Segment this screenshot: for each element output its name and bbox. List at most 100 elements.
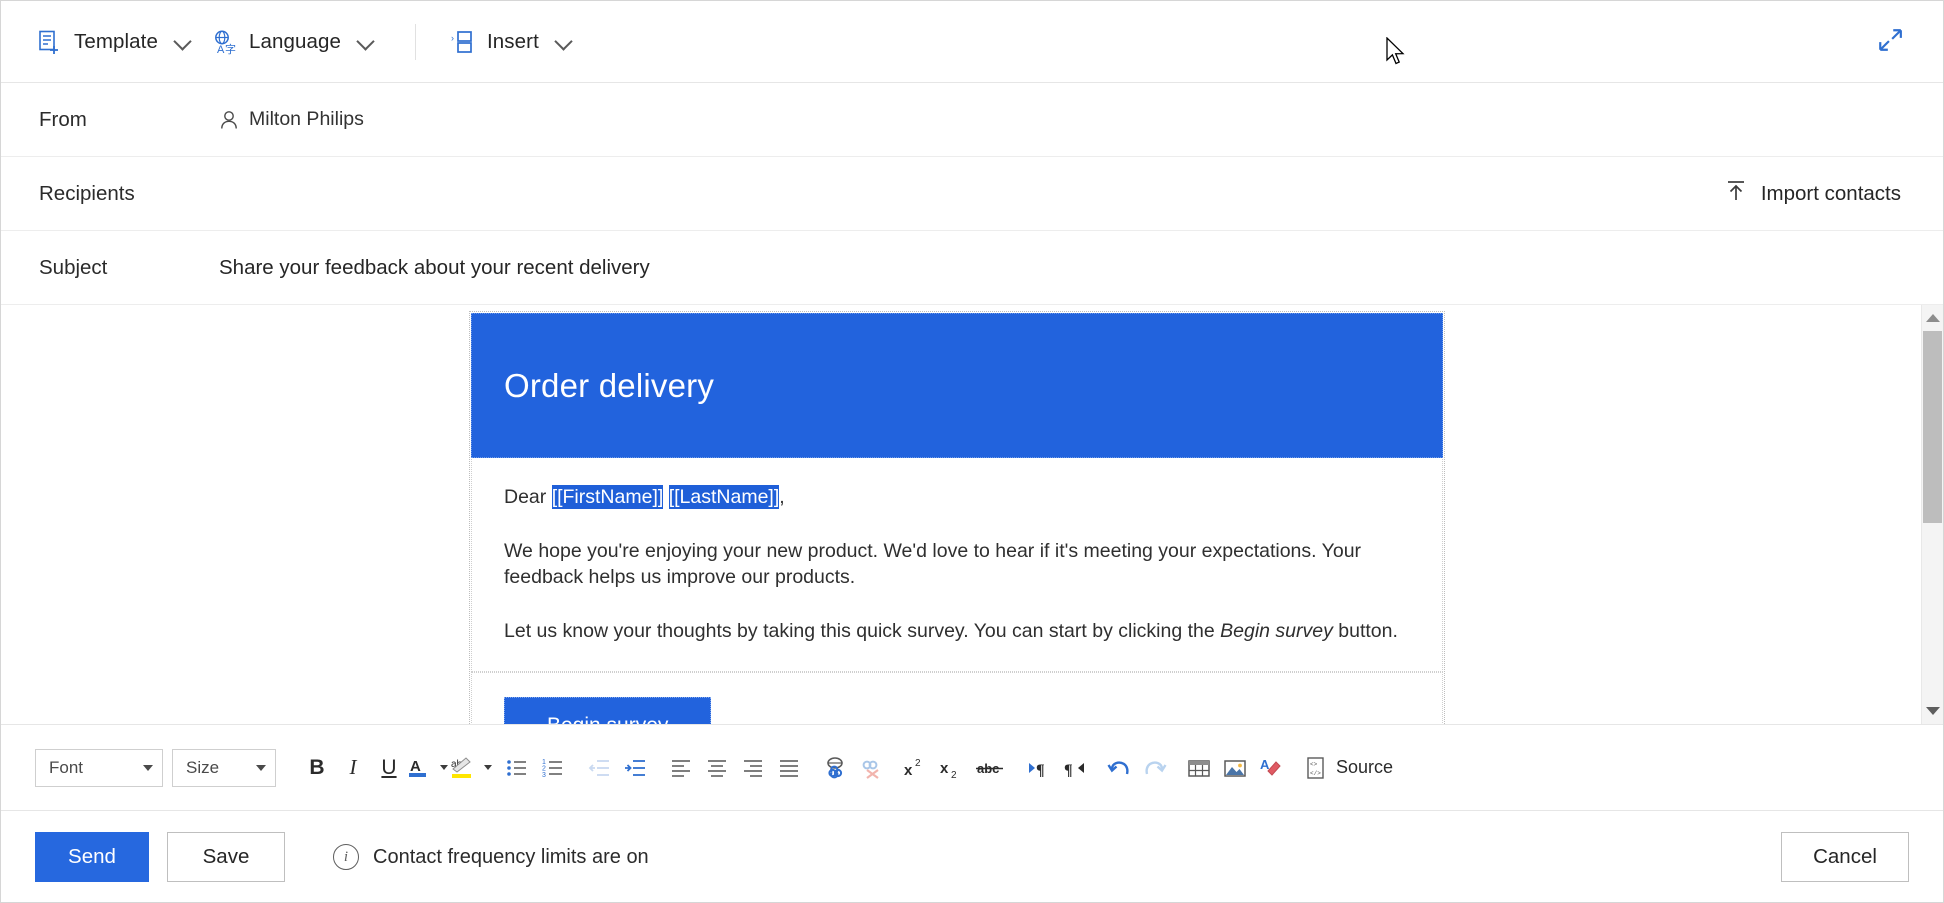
scroll-down-arrow[interactable] [1922, 700, 1943, 722]
subscript-icon: x 2 [939, 757, 963, 779]
insert-table-icon [1187, 757, 1211, 779]
increase-indent-icon [624, 757, 646, 779]
italic-icon: I [350, 757, 357, 778]
email-editor-canvas[interactable]: Order delivery Dear [[FirstName]] [[Last… [1, 305, 1943, 725]
greeting-suffix: , [779, 486, 784, 508]
email-cta-cell: Begin survey [471, 672, 1443, 725]
command-bar: Template A 字 Language [1, 1, 1943, 83]
from-label: From [1, 108, 219, 132]
body-paragraph-2: Let us know your thoughts by taking this… [504, 619, 1410, 645]
align-right-icon [742, 757, 764, 779]
remove-link-button[interactable] [854, 751, 888, 785]
template-menu-button[interactable]: Template [27, 18, 202, 66]
svg-text:¶: ¶ [1064, 762, 1073, 779]
import-contacts-button[interactable]: Import contacts [1713, 171, 1913, 217]
subject-row: Subject Share your feedback about your r… [1, 231, 1943, 305]
font-family-value: Font [49, 758, 83, 778]
template-label: Template [74, 30, 158, 54]
language-label: Language [249, 30, 341, 54]
svg-text:x: x [940, 760, 949, 777]
import-contacts-label: Import contacts [1761, 182, 1901, 206]
email-composer-window: Template A 字 Language [0, 0, 1944, 903]
strikethrough-button[interactable]: abc [970, 751, 1012, 785]
from-name-text: Milton Philips [249, 108, 364, 131]
subject-input[interactable]: Share your feedback about your recent de… [219, 256, 650, 280]
source-button[interactable]: <> </> Source [1296, 751, 1401, 785]
align-justify-button[interactable] [772, 751, 806, 785]
remove-format-button[interactable]: A [1254, 751, 1288, 785]
lastname-placeholder[interactable]: [[LastName]] [669, 485, 780, 509]
rtl-direction-button[interactable]: ¶ [1058, 751, 1092, 785]
email-header-banner[interactable]: Order delivery [471, 313, 1443, 458]
begin-survey-button[interactable]: Begin survey [504, 697, 711, 725]
cancel-button[interactable]: Cancel [1781, 832, 1909, 882]
underline-icon: U [381, 757, 396, 778]
remove-format-icon: A [1259, 756, 1283, 780]
superscript-button[interactable]: x 2 [898, 751, 932, 785]
superscript-icon: x 2 [903, 757, 927, 779]
paragraph-2-emphasis: Begin survey [1220, 620, 1333, 642]
recipients-row: Recipients Import contacts [1, 157, 1943, 231]
email-body-text[interactable]: Dear [[FirstName]] [[LastName]], We hope… [471, 459, 1443, 672]
toolbar-divider [415, 24, 416, 60]
upload-arrow-icon [1725, 179, 1747, 209]
chevron-down-icon [143, 765, 153, 771]
svg-text:2: 2 [915, 758, 921, 769]
contact-frequency-note: i Contact frequency limits are on [333, 844, 649, 870]
scroll-thumb[interactable] [1923, 331, 1942, 523]
template-icon [37, 29, 63, 55]
text-color-button[interactable]: A [408, 751, 448, 785]
highlight-color-button[interactable]: ab [450, 751, 492, 785]
greeting-paragraph: Dear [[FirstName]] [[LastName]], [504, 485, 1410, 511]
insert-menu-button[interactable]: › Insert [440, 18, 583, 66]
decrease-indent-button[interactable] [582, 751, 616, 785]
svg-text:字: 字 [225, 42, 236, 55]
remove-link-icon [859, 756, 883, 780]
language-menu-button[interactable]: A 字 Language [202, 18, 385, 66]
firstname-placeholder[interactable]: [[FirstName]] [552, 485, 664, 509]
redo-button[interactable] [1138, 751, 1172, 785]
font-size-select[interactable]: Size [172, 749, 276, 787]
undo-button[interactable] [1102, 751, 1136, 785]
align-center-button[interactable] [700, 751, 734, 785]
subscript-button[interactable]: x 2 [934, 751, 968, 785]
insert-image-icon [1223, 757, 1247, 779]
italic-button[interactable]: I [336, 751, 370, 785]
chevron-down-icon [358, 33, 375, 50]
recipients-label: Recipients [1, 182, 219, 206]
ltr-direction-button[interactable]: ¶ [1022, 751, 1056, 785]
chevron-down-icon [175, 33, 192, 50]
info-icon[interactable]: i [333, 844, 359, 870]
strikethrough-icon: abc [976, 757, 1006, 779]
align-left-button[interactable] [664, 751, 698, 785]
email-template-body[interactable]: Order delivery Dear [[FirstName]] [[Last… [469, 311, 1445, 725]
scroll-up-arrow[interactable] [1922, 307, 1943, 329]
insert-link-icon [823, 756, 847, 780]
font-family-select[interactable]: Font [35, 749, 163, 787]
editor-vertical-scrollbar[interactable] [1921, 305, 1943, 724]
contact-frequency-text: Contact frequency limits are on [373, 846, 649, 869]
align-right-button[interactable] [736, 751, 770, 785]
highlight-color-icon: ab [450, 756, 474, 780]
bulleted-list-button[interactable] [500, 751, 534, 785]
insert-link-button[interactable] [818, 751, 852, 785]
send-button[interactable]: Send [35, 832, 149, 882]
bold-icon: B [309, 757, 324, 778]
insert-image-button[interactable] [1218, 751, 1252, 785]
from-value[interactable]: Milton Philips [219, 108, 364, 131]
placeholder-space [663, 486, 668, 508]
bold-button[interactable]: B [300, 751, 334, 785]
undo-icon [1107, 756, 1131, 780]
save-button[interactable]: Save [167, 832, 285, 882]
ltr-direction-icon: ¶ [1027, 757, 1051, 779]
insert-table-button[interactable] [1182, 751, 1216, 785]
underline-button[interactable]: U [372, 751, 406, 785]
numbered-list-button[interactable]: 1 2 3 [536, 751, 570, 785]
decrease-indent-icon [588, 757, 610, 779]
increase-indent-button[interactable] [618, 751, 652, 785]
action-bar: Send Save i Contact frequency limits are… [1, 812, 1943, 902]
insert-label: Insert [487, 30, 539, 54]
expand-button[interactable] [1869, 21, 1911, 63]
text-color-icon: A [408, 756, 430, 780]
svg-text:A: A [217, 44, 225, 55]
